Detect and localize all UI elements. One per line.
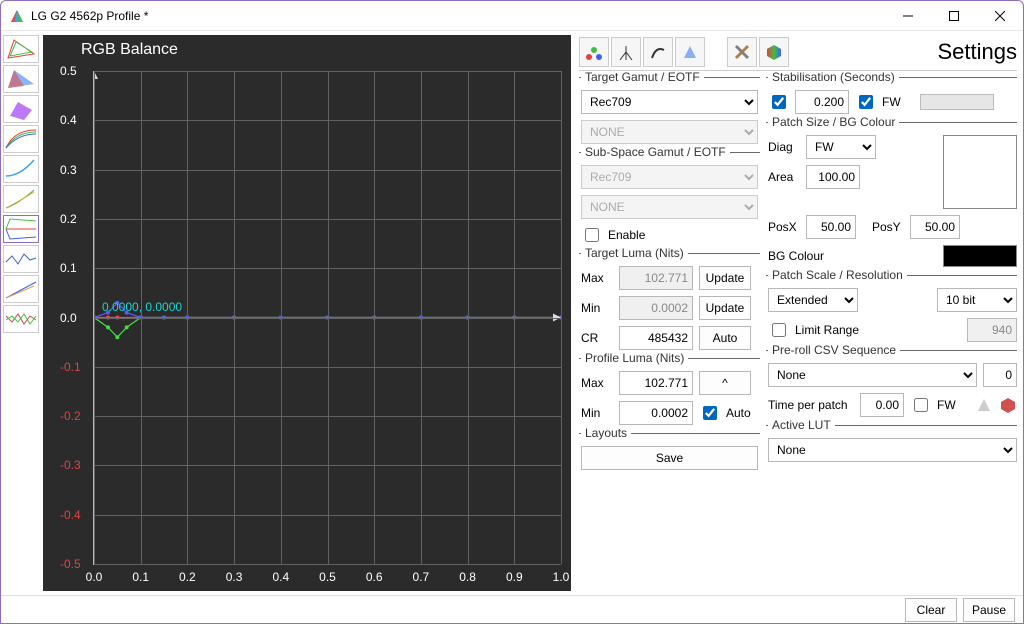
limit-range-checkbox[interactable]: [772, 323, 786, 337]
chart-title: RGB Balance: [43, 35, 571, 59]
thumb-gamma[interactable]: [3, 155, 39, 183]
patch-bit-select[interactable]: 10 bit: [937, 288, 1017, 312]
target-luma-max-update[interactable]: Update: [699, 266, 751, 290]
chart-annotation: 0.0000, 0.0000: [102, 300, 182, 314]
stabilisation-group: Stabilisation (Seconds) FW: [766, 77, 1017, 116]
cable-icon[interactable]: [643, 37, 673, 67]
subspace-group: Sub-Space Gamut / EOTF Rec709 NONE Enabl…: [579, 152, 760, 247]
clear-button[interactable]: Clear: [905, 598, 957, 622]
patch-diag-select[interactable]: FW: [806, 135, 876, 159]
layouts-group: Layouts Save: [579, 433, 760, 472]
chart-thumbnails: [1, 31, 43, 595]
thumb-de-line[interactable]: [3, 245, 39, 273]
patch-size-group: Patch Size / BG Colour DiagFW Area PosXP…: [766, 122, 1017, 269]
titlebar: LG G2 4562p Profile *: [1, 1, 1023, 31]
close-button[interactable]: [977, 1, 1023, 31]
preroll-gamut-icon: [975, 396, 993, 414]
thumb-multi[interactable]: [3, 305, 39, 333]
stabilisation-enable[interactable]: [772, 95, 786, 109]
minimize-button[interactable]: [885, 1, 931, 31]
profile-luma-max[interactable]: [619, 371, 693, 395]
right-panel: Settings Target Gamut / EOTF Rec709 NONE…: [575, 31, 1023, 595]
patch-scale-group: Patch Scale / Resolution Extended10 bit …: [766, 275, 1017, 344]
rgb-balance-chart[interactable]: 0.0000, 0.0000 0.50.40.30.20.10.0-0.1-0.…: [93, 71, 561, 565]
target-luma-min-update[interactable]: Update: [699, 296, 751, 320]
maximize-button[interactable]: [931, 1, 977, 31]
app-window: LG G2 4562p Profile * RGB Balance 0.0000…: [0, 0, 1024, 624]
target-luma-max[interactable]: [619, 266, 693, 290]
thumb-gamut[interactable]: [3, 65, 39, 93]
patch-area[interactable]: [806, 165, 860, 189]
layout-save-button[interactable]: Save: [581, 446, 758, 470]
profile-luma-reset[interactable]: ^: [699, 371, 751, 395]
target-luma-group: Target Luma (Nits) MaxUpdate MinUpdate C…: [579, 253, 760, 352]
settings-toolbar: Settings: [579, 35, 1017, 71]
settings-label: Settings: [938, 39, 1018, 65]
tools-icon[interactable]: [727, 37, 757, 67]
thumb-luminance[interactable]: [3, 185, 39, 213]
target-luma-min[interactable]: [619, 296, 693, 320]
probe-icon[interactable]: [579, 37, 609, 67]
preroll-select[interactable]: None: [768, 363, 977, 387]
preroll-count[interactable]: [983, 363, 1017, 387]
time-per-patch[interactable]: [860, 393, 904, 417]
tripod-icon[interactable]: [611, 37, 641, 67]
preroll-cube-icon: [999, 396, 1017, 414]
cube-icon[interactable]: [759, 37, 789, 67]
target-luma-cr[interactable]: [619, 326, 693, 350]
subspace-eotf-select[interactable]: NONE: [581, 195, 758, 219]
patch-colour-swatch[interactable]: [943, 135, 1017, 209]
preroll-group: Pre-roll CSV Sequence None Time per patc…: [766, 350, 1017, 419]
bg-colour-swatch[interactable]: [943, 245, 1017, 267]
stabilisation-progress: [920, 94, 994, 110]
thumb-cie[interactable]: [3, 35, 39, 63]
active-lut-select[interactable]: None: [768, 438, 1017, 462]
stabilisation-value[interactable]: [795, 90, 849, 114]
subspace-enable-checkbox[interactable]: [585, 228, 599, 242]
limit-range-value[interactable]: [967, 318, 1017, 342]
footer: Clear Pause: [1, 595, 1023, 623]
target-gamut-select[interactable]: Rec709: [581, 90, 758, 114]
thumb-rgb-balance[interactable]: [3, 215, 39, 243]
chart-area: RGB Balance 0.0000, 0.0000 0.50.40.30.20…: [43, 35, 571, 591]
thumb-3d[interactable]: [3, 95, 39, 123]
thumb-de-bars[interactable]: [3, 275, 39, 303]
app-icon: [9, 8, 25, 24]
tpp-fw-checkbox[interactable]: [914, 398, 928, 412]
patch-posx[interactable]: [806, 215, 856, 239]
patch-scale-select[interactable]: Extended: [768, 288, 858, 312]
profile-luma-group: Profile Luma (Nits) Max^ MinAuto: [579, 358, 760, 427]
target-eotf-select[interactable]: NONE: [581, 120, 758, 144]
patch-posy[interactable]: [910, 215, 960, 239]
stabilisation-fw-checkbox[interactable]: [859, 95, 873, 109]
profile-luma-auto-checkbox[interactable]: [703, 406, 717, 420]
thumb-rgb-curves[interactable]: [3, 125, 39, 153]
subspace-gamut-select[interactable]: Rec709: [581, 165, 758, 189]
profile-luma-min[interactable]: [619, 401, 693, 425]
target-luma-auto[interactable]: Auto: [699, 326, 751, 350]
window-title: LG G2 4562p Profile *: [31, 9, 885, 23]
gamut-icon[interactable]: [675, 37, 705, 67]
target-gamut-group: Target Gamut / EOTF Rec709 NONE: [579, 77, 760, 146]
pause-button[interactable]: Pause: [963, 598, 1015, 622]
active-lut-group: Active LUT None: [766, 425, 1017, 464]
